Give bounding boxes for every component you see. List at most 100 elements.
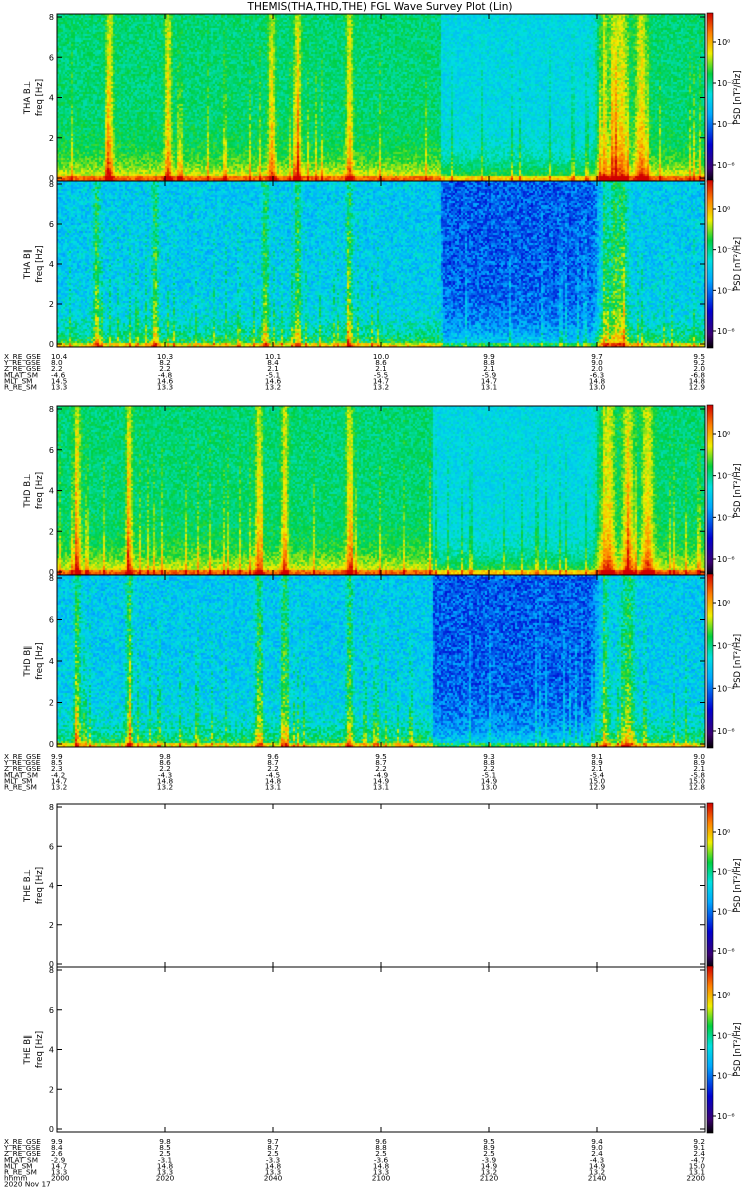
spectrogram-panel: 0 2 4 6 8 THA B∥ freq [Hz] 10⁰ 10⁻² 10⁻⁴ 10⁻⁶ PSD [… (23, 179, 743, 349)
colorbar (706, 179, 714, 349)
panel-frame (56, 966, 706, 1133)
y-tick-label: 4 (49, 1046, 54, 1055)
y-axis-freq-label: freq [Hz] (35, 1031, 45, 1068)
y-tick-label: 0 (49, 1125, 54, 1134)
ephemeris-value: 13.3 (51, 383, 68, 392)
y-tick-label: 8 (49, 13, 54, 22)
colorbar-label: PSD [nT²/Hz] (733, 634, 743, 688)
y-axis-probe-label: THE B∥ (23, 1035, 33, 1066)
ephemeris-value: 2100 (372, 1174, 391, 1183)
ephemeris-row-label: 2020 Nov 17 (4, 1180, 51, 1189)
spectrogram-panel: 02468THE B⊥ freq [Hz]10⁰10⁻²10⁻⁴10⁻⁶PSD [… (23, 802, 743, 969)
ephemeris-row-label: R_RE_SM (4, 783, 37, 792)
ephemeris-row-label: R_RE_SM (4, 383, 37, 392)
y-tick-label: 2 (49, 921, 54, 930)
y-tick-label: 4 (49, 882, 54, 891)
y-axis-probe-label: THE B⊥ (23, 869, 33, 903)
ephemeris-block: X_RE_GSE 9.9 9.8 9.6 9.5 9.3 9.1 9.0Y_RE_GSE 8.5… (3, 752, 705, 792)
colorbar-tick-label: 10⁰ (717, 991, 730, 1000)
colorbar-tick-label: 10⁻⁶ (717, 555, 735, 564)
ephemeris-value: 2000 (51, 1174, 70, 1183)
y-tick-label: 2 (49, 300, 54, 309)
plot-title: THEMIS(THA,THD,THE) FGL Wave Survey Plot… (247, 1, 513, 13)
y-axis-probe-label: THA B∥ (23, 249, 33, 280)
survey-figure: THEMIS(THA,THD,THE) FGL Wave Survey Plot… (3, 1, 743, 1189)
ephemeris-value: 13.1 (373, 783, 389, 792)
y-tick-label: 6 (49, 446, 54, 455)
y-tick-label: 0 (49, 740, 54, 749)
colorbar-tick-label: 10⁻⁶ (717, 161, 735, 170)
ephemeris-value: 13.0 (481, 783, 498, 792)
colorbar-label: PSD [nT²/Hz] (733, 237, 743, 291)
colorbar-tick-label: 10⁻⁴ (717, 286, 735, 295)
colorbar-tick-label: 10⁰ (717, 599, 730, 608)
y-tick-label: 2 (49, 699, 54, 708)
y-tick-label: 8 (49, 405, 54, 414)
colorbar-tick-label: 10⁻⁴ (717, 513, 735, 522)
ephemeris-value: 13.2 (51, 783, 67, 792)
colorbar-label: PSD [nT²/Hz] (733, 1022, 743, 1076)
colorbar (706, 965, 714, 1134)
panel-frame (56, 803, 706, 968)
colorbar-tick-label: 10⁰ (717, 38, 730, 47)
colorbar-tick-label: 10⁻⁴ (717, 120, 735, 129)
spectrogram-panel: 0 2 4 6 8 THD B∥ freq [Hz] 10⁰ 10⁻² 10⁻⁴ 10⁻⁶ PSD [… (23, 573, 743, 749)
ephemeris-block: X_RE_GSE 9.9 9.8 9.7 9.6 9.5 9.4 9.2Y_RE_GSE 8.4… (3, 1137, 705, 1189)
y-tick-label: 4 (49, 94, 54, 103)
ephemeris-value: 12.9 (689, 383, 706, 392)
colorbar-tick-label: 10⁻² (717, 1031, 735, 1040)
y-tick-label: 6 (49, 842, 54, 851)
ephemeris-value: 12.9 (589, 783, 606, 792)
y-tick-label: 6 (49, 220, 54, 229)
ephemeris-value: 13.0 (589, 383, 606, 392)
ephemeris-block: X_RE_GSE 10.4 10.3 10.1 10.0 9.9 9.7 9.5Y_RE_GS… (3, 352, 705, 392)
colorbar-tick-label: 10⁻⁶ (717, 1112, 735, 1121)
y-tick-label: 2 (49, 134, 54, 143)
y-axis-probe-label: THD B⊥ (23, 473, 33, 508)
y-tick-label: 2 (49, 1085, 54, 1094)
colorbar-tick-label: 10⁻⁶ (717, 947, 735, 956)
colorbar (706, 802, 714, 969)
spectrogram-panel: 0 2 4 6 8 THE B∥ freq [Hz] 10⁰ 10⁻² 10⁻⁴ 10⁻⁶ PSD [… (23, 965, 743, 1134)
y-tick-label: 8 (49, 574, 54, 583)
y-axis-probe-label: THD B∥ (23, 646, 33, 678)
y-tick-label: 4 (49, 487, 54, 496)
ephemeris-value: 2040 (264, 1174, 283, 1183)
y-tick-label: 8 (49, 966, 54, 975)
y-axis-probe-label: THA B⊥ (23, 81, 33, 115)
colorbar-tick-label: 10⁰ (717, 205, 730, 214)
colorbar-tick-label: 10⁰ (717, 828, 730, 837)
spectrogram-image (57, 181, 705, 347)
spectrogram-image (57, 406, 705, 575)
colorbar-tick-label: 10⁻⁴ (717, 1072, 735, 1081)
y-axis-freq-label: freq [Hz] (35, 79, 45, 116)
y-axis-freq-label: freq [Hz] (35, 867, 45, 904)
ephemeris-value: 13.2 (157, 783, 173, 792)
colorbar-tick-label: 10⁻² (717, 868, 735, 877)
ephemeris-value: 12.8 (689, 783, 706, 792)
colorbar-label: PSD [nT²/Hz] (733, 858, 743, 912)
colorbar (706, 573, 714, 749)
colorbar-tick-label: 10⁻² (717, 79, 735, 88)
ephemeris-value: 13.1 (481, 383, 497, 392)
ephemeris-value: 13.1 (265, 783, 281, 792)
y-axis-freq-label: freq [Hz] (35, 642, 45, 679)
spectrogram-panel: 02468THD B⊥ freq [Hz]10⁰10⁻²10⁻⁴10⁻⁶PSD [… (23, 404, 743, 577)
colorbar-label: PSD [nT²/Hz] (733, 70, 743, 124)
y-tick-label: 8 (49, 180, 54, 189)
colorbar (706, 404, 714, 577)
y-axis-freq-label: freq [Hz] (35, 245, 45, 282)
ephemeris-value: 13.2 (373, 383, 389, 392)
spectrogram-panel: 02468THA B⊥ freq [Hz]10⁰10⁻²10⁻⁴10⁻⁶PSD [… (23, 12, 743, 183)
colorbar-tick-label: 10⁻² (717, 246, 735, 255)
colorbar-label: PSD [nT²/Hz] (733, 463, 743, 517)
colorbar-tick-label: 10⁻⁴ (717, 907, 735, 916)
y-tick-label: 4 (49, 260, 54, 269)
y-tick-label: 6 (49, 616, 54, 625)
ephemeris-value: 2200 (686, 1174, 705, 1183)
y-tick-label: 8 (49, 803, 54, 812)
y-tick-label: 0 (49, 340, 54, 349)
colorbar (706, 12, 714, 183)
colorbar-tick-label: 10⁻⁶ (717, 327, 735, 336)
ephemeris-value: 13.2 (265, 383, 281, 392)
